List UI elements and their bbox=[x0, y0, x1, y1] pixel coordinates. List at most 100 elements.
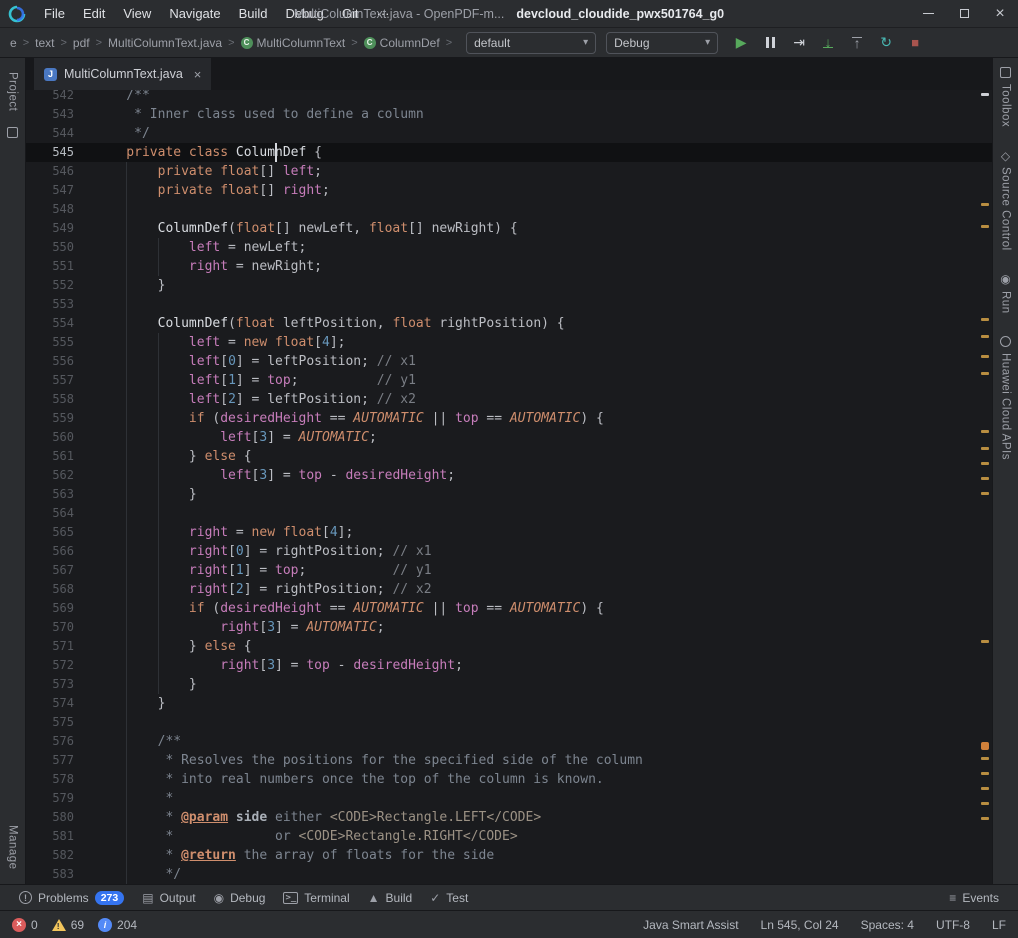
code-line[interactable]: 543 * Inner class used to define a colum… bbox=[26, 105, 992, 124]
line-number[interactable]: 543 bbox=[26, 105, 74, 124]
line-number[interactable]: 567 bbox=[26, 561, 74, 580]
code-line[interactable]: 559 if (desiredHeight == AUTOMATIC || to… bbox=[26, 409, 992, 428]
scrollbar-mark[interactable] bbox=[981, 93, 989, 96]
breadcrumb-item-class[interactable]: CMultiColumnText bbox=[239, 36, 348, 50]
minimize-button[interactable] bbox=[910, 0, 946, 28]
line-number[interactable]: 578 bbox=[26, 770, 74, 789]
error-count[interactable]: × 0 bbox=[12, 918, 38, 932]
sidebar-item-project[interactable]: Project bbox=[7, 72, 19, 111]
line-number[interactable]: 576 bbox=[26, 732, 74, 751]
line-number[interactable]: 574 bbox=[26, 694, 74, 713]
code-line[interactable]: 562 left[3] = top - desiredHeight; bbox=[26, 466, 992, 485]
breadcrumb-item-file[interactable]: MultiColumnText.java bbox=[106, 36, 224, 50]
line-number[interactable]: 564 bbox=[26, 504, 74, 523]
line-number[interactable]: 542 bbox=[26, 90, 74, 105]
warning-stripe-mark[interactable] bbox=[981, 203, 989, 206]
code-line[interactable]: 582 * @return the array of floats for th… bbox=[26, 846, 992, 865]
code-line[interactable]: 565 right = new float[4]; bbox=[26, 523, 992, 542]
line-number[interactable]: 566 bbox=[26, 542, 74, 561]
line-number[interactable]: 572 bbox=[26, 656, 74, 675]
sidebar-item-source-control[interactable]: ◇ Source Control bbox=[999, 149, 1012, 251]
tool-window-output[interactable]: ▤ Output bbox=[133, 885, 204, 911]
line-number[interactable]: 559 bbox=[26, 409, 74, 428]
warning-stripe-mark[interactable] bbox=[981, 772, 989, 775]
line-number[interactable]: 545 bbox=[26, 143, 74, 162]
line-number[interactable]: 558 bbox=[26, 390, 74, 409]
line-number[interactable]: 577 bbox=[26, 751, 74, 770]
code-line[interactable]: 560 left[3] = AUTOMATIC; bbox=[26, 428, 992, 447]
code-line[interactable]: 556 left[0] = leftPosition; // x1 bbox=[26, 352, 992, 371]
run-configuration-select[interactable]: default▾ bbox=[466, 32, 596, 54]
tab-close-icon[interactable]: × bbox=[194, 67, 202, 82]
code-line[interactable]: 553 bbox=[26, 295, 992, 314]
code-line[interactable]: 550 left = newLeft; bbox=[26, 238, 992, 257]
warning-stripe-mark[interactable] bbox=[981, 640, 989, 643]
bookmark-stripe-mark[interactable] bbox=[981, 742, 989, 750]
warning-stripe-mark[interactable] bbox=[981, 447, 989, 450]
line-number[interactable]: 562 bbox=[26, 466, 74, 485]
status-caret-position[interactable]: Ln 545, Col 24 bbox=[761, 918, 839, 932]
refresh-icon[interactable]: ↻ bbox=[875, 32, 897, 54]
step-over-icon[interactable]: ⇥ bbox=[788, 32, 810, 54]
code-line[interactable]: 554 ColumnDef(float leftPosition, float … bbox=[26, 314, 992, 333]
line-number[interactable]: 575 bbox=[26, 713, 74, 732]
upload-icon[interactable]: ↑ bbox=[846, 32, 868, 54]
menu-file[interactable]: File bbox=[35, 0, 74, 28]
code-line[interactable]: 581 * or <CODE>Rectangle.RIGHT</CODE> bbox=[26, 827, 992, 846]
line-number[interactable]: 583 bbox=[26, 865, 74, 884]
tool-window-build[interactable]: ▲ Build bbox=[359, 885, 422, 911]
warning-count[interactable]: ! 69 bbox=[52, 918, 84, 932]
code-line[interactable]: 577 * Resolves the positions for the spe… bbox=[26, 751, 992, 770]
code-line[interactable]: 579 * bbox=[26, 789, 992, 808]
line-number[interactable]: 568 bbox=[26, 580, 74, 599]
code-line[interactable]: 569 if (desiredHeight == AUTOMATIC || to… bbox=[26, 599, 992, 618]
close-button[interactable]: × bbox=[982, 0, 1018, 28]
code-line[interactable]: 566 right[0] = rightPosition; // x1 bbox=[26, 542, 992, 561]
sidebar-item-run[interactable]: ◉ Run bbox=[999, 273, 1012, 314]
line-number[interactable]: 553 bbox=[26, 295, 74, 314]
line-number[interactable]: 573 bbox=[26, 675, 74, 694]
code-line[interactable]: 542 /** bbox=[26, 90, 992, 105]
code-line[interactable]: 575 bbox=[26, 713, 992, 732]
maximize-button[interactable] bbox=[946, 0, 982, 28]
status-encoding[interactable]: UTF-8 bbox=[936, 918, 970, 932]
menu-navigate[interactable]: Navigate bbox=[160, 0, 229, 28]
line-number[interactable]: 556 bbox=[26, 352, 74, 371]
warning-stripe-mark[interactable] bbox=[981, 757, 989, 760]
warning-stripe-mark[interactable] bbox=[981, 335, 989, 338]
line-number[interactable]: 571 bbox=[26, 637, 74, 656]
code-line[interactable]: 564 bbox=[26, 504, 992, 523]
warning-stripe-mark[interactable] bbox=[981, 462, 989, 465]
line-number[interactable]: 579 bbox=[26, 789, 74, 808]
breadcrumb-item[interactable]: e bbox=[8, 36, 19, 50]
line-number[interactable]: 581 bbox=[26, 827, 74, 846]
line-number[interactable]: 548 bbox=[26, 200, 74, 219]
code-line[interactable]: 548 bbox=[26, 200, 992, 219]
sidebar-item-manage[interactable]: Manage bbox=[7, 825, 19, 870]
line-number[interactable]: 550 bbox=[26, 238, 74, 257]
line-number[interactable]: 580 bbox=[26, 808, 74, 827]
line-number[interactable]: 563 bbox=[26, 485, 74, 504]
project-tool-icon[interactable] bbox=[7, 127, 18, 138]
line-number[interactable]: 544 bbox=[26, 124, 74, 143]
code-line[interactable]: 551 right = newRight; bbox=[26, 257, 992, 276]
code-line[interactable]: 547 private float[] right; bbox=[26, 181, 992, 200]
tool-window-debug[interactable]: ◉ Debug bbox=[205, 885, 275, 911]
code-line[interactable]: 552 } bbox=[26, 276, 992, 295]
warning-stripe-mark[interactable] bbox=[981, 787, 989, 790]
run-icon[interactable]: ▶ bbox=[730, 32, 752, 54]
stop-icon[interactable]: ■ bbox=[904, 32, 926, 54]
tool-window-events[interactable]: ≡ Events bbox=[940, 885, 1008, 911]
line-number[interactable]: 565 bbox=[26, 523, 74, 542]
code-line[interactable]: 567 right[1] = top; // y1 bbox=[26, 561, 992, 580]
code-line[interactable]: 568 right[2] = rightPosition; // x2 bbox=[26, 580, 992, 599]
line-number[interactable]: 552 bbox=[26, 276, 74, 295]
warning-stripe-mark[interactable] bbox=[981, 318, 989, 321]
status-line-ending[interactable]: LF bbox=[992, 918, 1006, 932]
menu-build[interactable]: Build bbox=[230, 0, 277, 28]
tool-window-problems[interactable]: ! Problems 273 bbox=[10, 885, 133, 911]
code-line[interactable]: 545 private class ColumnDef { bbox=[26, 143, 992, 162]
status-smart-assist[interactable]: Java Smart Assist bbox=[643, 918, 738, 932]
run-mode-select[interactable]: Debug▾ bbox=[606, 32, 718, 54]
line-number[interactable]: 557 bbox=[26, 371, 74, 390]
